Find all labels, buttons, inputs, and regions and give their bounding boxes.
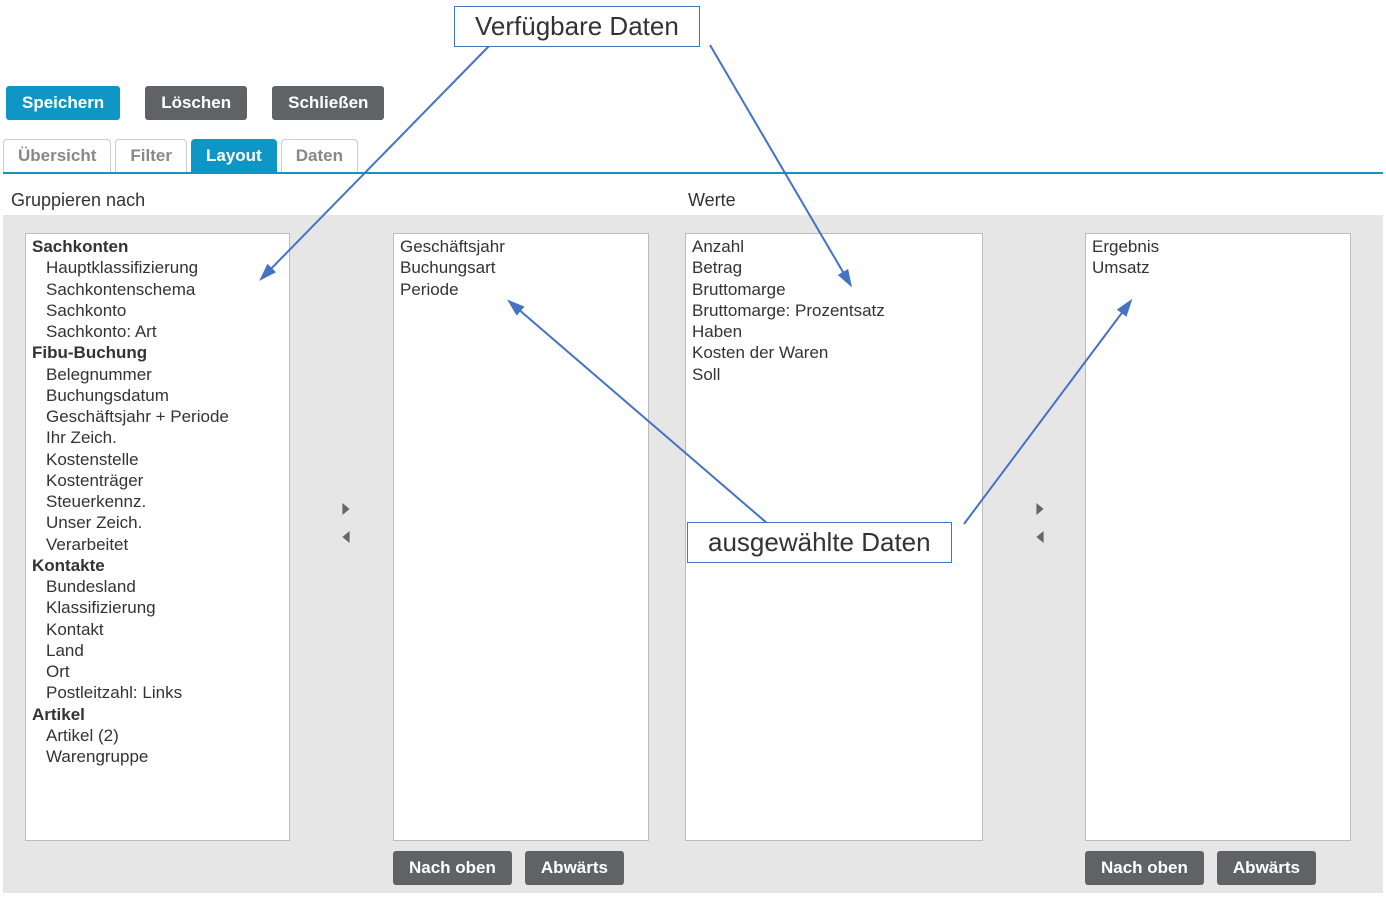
list-item[interactable]: Verarbeitet [32,534,285,555]
list-item[interactable]: Kostenträger [32,470,285,491]
delete-button[interactable]: Löschen [145,86,247,120]
move-left-button[interactable] [337,528,355,546]
triangle-right-icon [340,503,352,515]
list-item[interactable]: Umsatz [1092,257,1346,278]
list-item[interactable]: Kontakt [32,619,285,640]
close-button[interactable]: Schließen [272,86,384,120]
list-item[interactable]: Sachkontenschema [32,279,285,300]
list-item[interactable]: Buchungsdatum [32,385,285,406]
tab-bar: Übersicht Filter Layout Daten [3,139,1383,174]
list-item[interactable]: Haben [692,321,978,342]
list-item[interactable]: Klassifizierung [32,597,285,618]
move-up-button[interactable]: Nach oben [1085,851,1204,885]
list-item[interactable]: Geschäftsjahr + Periode [32,406,285,427]
tab-layout[interactable]: Layout [191,139,277,172]
triangle-left-icon [340,531,352,543]
label-values: Werte [688,190,736,211]
list-group-header: Artikel [32,704,285,725]
list-item[interactable]: Hauptklassifizierung [32,257,285,278]
move-right-button[interactable] [1031,500,1049,518]
list-item[interactable]: Bruttomarge: Prozentsatz [692,300,978,321]
list-item[interactable]: Anzahl [692,236,978,257]
tab-data[interactable]: Daten [281,139,358,172]
annotation-available-data: Verfügbare Daten [454,6,700,47]
list-group-header: Sachkonten [32,236,285,257]
move-down-button[interactable]: Abwärts [525,851,624,885]
move-left-button[interactable] [1031,528,1049,546]
label-group-by: Gruppieren nach [11,190,145,211]
tab-overview[interactable]: Übersicht [3,139,111,172]
triangle-right-icon [1034,503,1046,515]
list-item[interactable]: Land [32,640,285,661]
save-button[interactable]: Speichern [6,86,120,120]
list-item[interactable]: Soll [692,364,978,385]
list-item[interactable]: Kostenstelle [32,449,285,470]
list-item[interactable]: Warengruppe [32,746,285,767]
reorder-buttons-values: Nach oben Abwärts [1085,851,1316,885]
move-arrows-groupby [337,500,355,546]
list-item[interactable]: Belegnummer [32,364,285,385]
list-group-header: Fibu-Buchung [32,342,285,363]
move-down-button[interactable]: Abwärts [1217,851,1316,885]
list-item[interactable]: Unser Zeich. [32,512,285,533]
list-item[interactable]: Sachkonto [32,300,285,321]
list-group-header: Kontakte [32,555,285,576]
list-item[interactable]: Ergebnis [1092,236,1346,257]
list-item[interactable]: Periode [400,279,644,300]
list-item[interactable]: Geschäftsjahr [400,236,644,257]
reorder-buttons-groupby: Nach oben Abwärts [393,851,624,885]
main-toolbar: Speichern Löschen Schließen [6,86,384,120]
list-item[interactable]: Sachkonto: Art [32,321,285,342]
list-item[interactable]: Steuerkennz. [32,491,285,512]
list-item[interactable]: Ihr Zeich. [32,427,285,448]
move-arrows-values [1031,500,1049,546]
triangle-left-icon [1034,531,1046,543]
move-right-button[interactable] [337,500,355,518]
list-item[interactable]: Buchungsart [400,257,644,278]
list-item[interactable]: Postleitzahl: Links [32,682,285,703]
listbox-groupby-available[interactable]: SachkontenHauptklassifizierungSachkonten… [25,233,290,841]
annotation-selected-data: ausgewählte Daten [687,522,952,563]
tab-filter[interactable]: Filter [115,139,187,172]
list-item[interactable]: Ort [32,661,285,682]
listbox-groupby-selected[interactable]: GeschäftsjahrBuchungsartPeriode [393,233,649,841]
listbox-values-selected[interactable]: ErgebnisUmsatz [1085,233,1351,841]
list-item[interactable]: Betrag [692,257,978,278]
list-item[interactable]: Bruttomarge [692,279,978,300]
list-item[interactable]: Artikel (2) [32,725,285,746]
list-item[interactable]: Kosten der Waren [692,342,978,363]
list-item[interactable]: Bundesland [32,576,285,597]
move-up-button[interactable]: Nach oben [393,851,512,885]
